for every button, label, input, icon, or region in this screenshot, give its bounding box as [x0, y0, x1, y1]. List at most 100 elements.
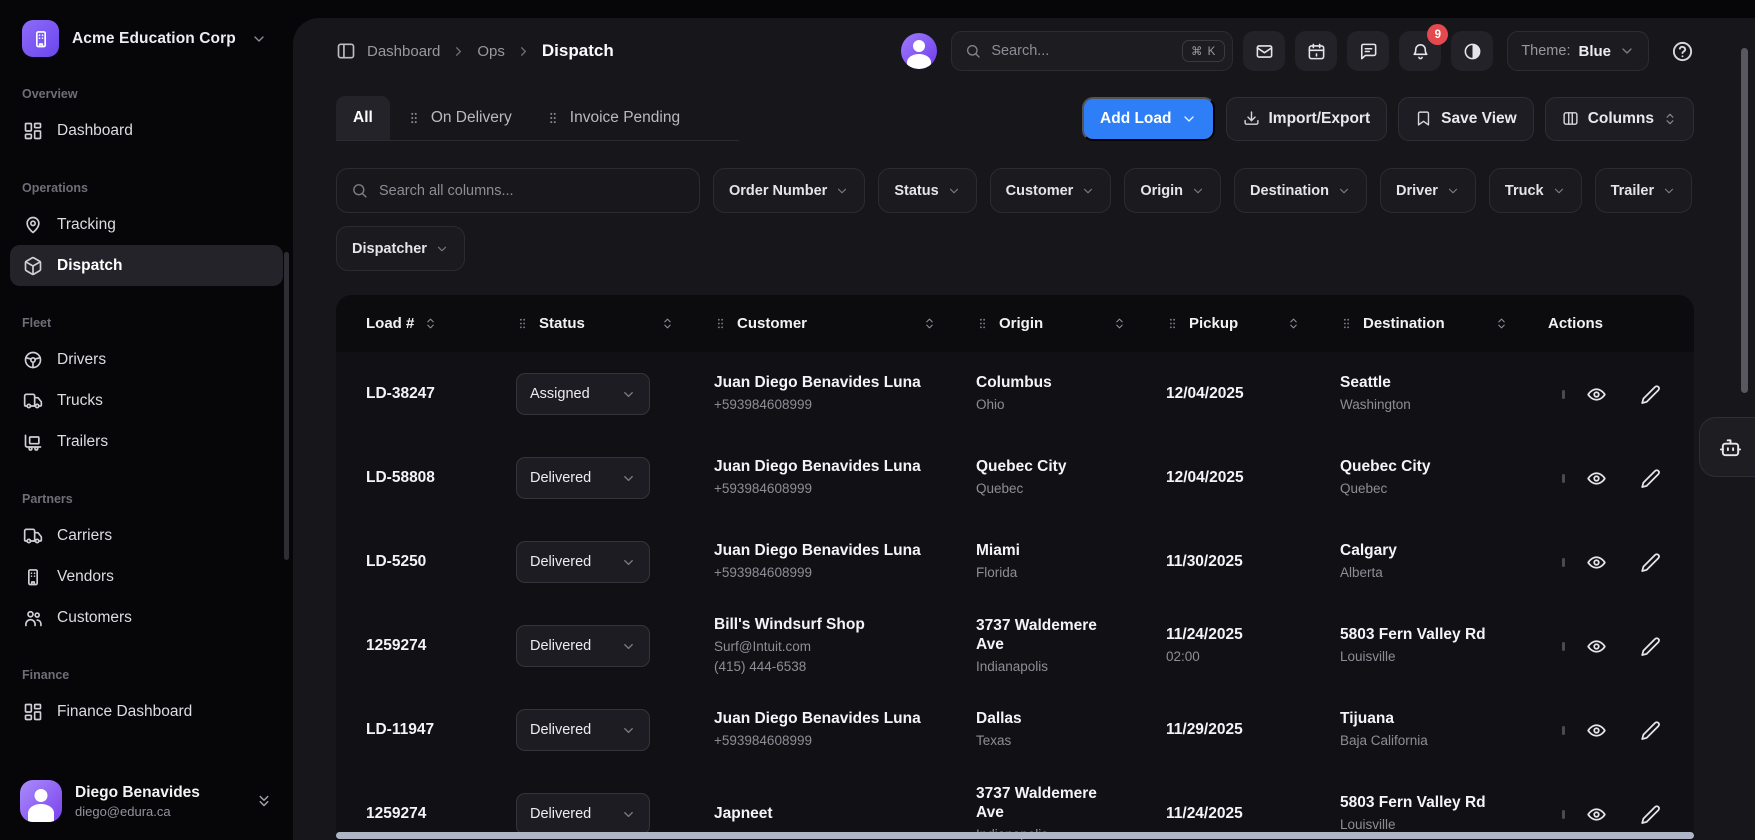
- view-load-button[interactable]: [1586, 552, 1607, 573]
- columns-label: Columns: [1587, 109, 1654, 127]
- customer-name: Juan Diego Benavides Luna: [714, 542, 921, 560]
- cell-secondary: Indianapolis: [976, 658, 1049, 674]
- status-select[interactable]: Assigned: [516, 373, 650, 415]
- column-header-customer[interactable]: Customer: [714, 315, 976, 332]
- view-load-button[interactable]: [1586, 636, 1607, 657]
- pickup-cell: 11/30/2025: [1166, 553, 1340, 572]
- help-circle-icon[interactable]: [1671, 40, 1694, 63]
- notifications-button[interactable]: 9: [1399, 24, 1449, 71]
- column-label: Destination: [1363, 315, 1445, 332]
- view-load-button[interactable]: [1586, 468, 1607, 489]
- status-select[interactable]: Delivered: [516, 793, 650, 835]
- chevrons-up-down-icon: [923, 317, 936, 330]
- mail-icon: [1255, 42, 1274, 61]
- ai-assistant-tab[interactable]: [1699, 417, 1755, 477]
- table-search[interactable]: [336, 168, 700, 213]
- view-load-button[interactable]: [1586, 720, 1607, 741]
- table-row: LD-5250 Delivered Juan Diego Benavides Lun…: [336, 520, 1694, 604]
- column-header-load[interactable]: Load #: [366, 315, 516, 332]
- load-number-cell: LD-5250: [366, 553, 516, 572]
- chevrons-up-down-icon: [1113, 317, 1126, 330]
- sidebar-item-dashboard[interactable]: Dashboard: [10, 110, 283, 151]
- filter-label: Driver: [1395, 182, 1438, 199]
- nav-section-label: Fleet: [22, 316, 52, 330]
- sidebar-scrollbar-thumb[interactable]: [284, 252, 289, 560]
- filter-driver[interactable]: Driver: [1379, 168, 1476, 213]
- column-header-origin[interactable]: Origin: [976, 315, 1166, 332]
- destination-cell: Quebec City Quebec: [1340, 458, 1548, 497]
- import-export-button[interactable]: Import/Export: [1225, 96, 1388, 141]
- chevron-down-icon: [621, 807, 636, 822]
- load-number: LD-5250: [366, 552, 427, 570]
- table-search-input[interactable]: [379, 182, 685, 199]
- save-view-button[interactable]: Save View: [1398, 96, 1534, 141]
- edit-load-button[interactable]: [1640, 636, 1661, 657]
- filter-customer[interactable]: Customer: [989, 168, 1112, 213]
- status-select[interactable]: Delivered: [516, 625, 650, 667]
- actions-cell: [1548, 804, 1694, 825]
- calendar-button[interactable]: [1295, 31, 1338, 71]
- sidebar-item-finance-dashboard[interactable]: Finance Dashboard: [10, 691, 283, 732]
- filter-destination[interactable]: Destination: [1234, 168, 1367, 213]
- chevron-down-icon: [621, 639, 636, 654]
- pickup-date: 11/29/2025: [1166, 720, 1243, 738]
- filter-dispatcher[interactable]: Dispatcher: [336, 226, 465, 271]
- breadcrumb-ops[interactable]: Ops: [477, 43, 505, 60]
- tab-invoice-pending[interactable]: Invoice Pending: [529, 96, 697, 140]
- edit-load-button[interactable]: [1640, 384, 1661, 405]
- sidebar-item-customers[interactable]: Customers: [10, 597, 283, 638]
- column-header-status[interactable]: Status: [516, 315, 714, 332]
- org-name: Acme Education Corp: [72, 29, 236, 47]
- sidebar-item-tracking[interactable]: Tracking: [10, 204, 283, 245]
- column-header-destination[interactable]: Destination: [1340, 315, 1548, 332]
- filter-truck[interactable]: Truck: [1488, 168, 1582, 213]
- sidebar-item-dispatch[interactable]: Dispatch: [10, 245, 283, 286]
- tab-on-delivery[interactable]: On Delivery: [390, 96, 529, 140]
- column-label: Pickup: [1189, 315, 1239, 332]
- pickup-date: 12/04/2025: [1166, 468, 1244, 486]
- status-select[interactable]: Delivered: [516, 709, 650, 751]
- filter-order-number[interactable]: Order Number: [713, 168, 866, 213]
- column-header-pickup[interactable]: Pickup: [1166, 315, 1340, 332]
- filters-bar: Order Number Status Customer Origin Destinat…: [336, 168, 1694, 271]
- mail-button[interactable]: [1243, 31, 1286, 71]
- search-input[interactable]: [991, 43, 1172, 59]
- filter-status[interactable]: Status: [878, 168, 977, 213]
- tab-label: All: [353, 109, 373, 126]
- user-name: Diego Benavides: [75, 783, 200, 801]
- user-menu[interactable]: Diego Benavides diego@edura.ca: [0, 766, 293, 840]
- org-switcher[interactable]: Acme Education Corp: [0, 0, 293, 57]
- calendar-icon: [1307, 42, 1326, 61]
- contrast-toggle-button[interactable]: [1451, 31, 1494, 71]
- panel-left-icon[interactable]: [336, 41, 356, 61]
- breadcrumb-dashboard[interactable]: Dashboard: [367, 43, 440, 60]
- vertical-scrollbar-thumb[interactable]: [1741, 48, 1748, 393]
- columns-button[interactable]: Columns: [1544, 96, 1694, 141]
- sidebar-item-carriers[interactable]: Carriers: [10, 515, 283, 556]
- sidebar-item-drivers[interactable]: Drivers: [10, 339, 283, 380]
- add-load-button[interactable]: Add Load: [1082, 96, 1215, 141]
- edit-load-button[interactable]: [1640, 720, 1661, 741]
- edit-load-button[interactable]: [1640, 552, 1661, 573]
- tab-all[interactable]: All: [336, 96, 390, 140]
- customer-name: Bill's Windsurf Shop: [714, 616, 865, 633]
- theme-select[interactable]: Theme: Blue: [1507, 31, 1649, 71]
- status-select[interactable]: Delivered: [516, 541, 650, 583]
- status-select[interactable]: Delivered: [516, 457, 650, 499]
- global-search[interactable]: ⌘ K: [951, 31, 1234, 71]
- filter-trailer[interactable]: Trailer: [1594, 168, 1693, 213]
- horizontal-scrollbar-thumb[interactable]: [336, 832, 1694, 839]
- view-load-button[interactable]: [1586, 804, 1607, 825]
- view-load-button[interactable]: [1586, 384, 1607, 405]
- sidebar-item-vendors[interactable]: Vendors: [10, 556, 283, 597]
- edit-load-button[interactable]: [1640, 804, 1661, 825]
- edit-load-button[interactable]: [1640, 468, 1661, 489]
- messages-button[interactable]: [1347, 31, 1390, 71]
- dashboard-icon: [23, 702, 43, 722]
- customer-cell: Juan Diego Benavides Luna +593984608999: [714, 542, 976, 581]
- filter-origin[interactable]: Origin: [1124, 168, 1222, 213]
- building-icon: [31, 29, 51, 49]
- avatar[interactable]: [901, 33, 938, 69]
- sidebar-item-trailers[interactable]: Trailers: [10, 421, 283, 462]
- sidebar-item-trucks[interactable]: Trucks: [10, 380, 283, 421]
